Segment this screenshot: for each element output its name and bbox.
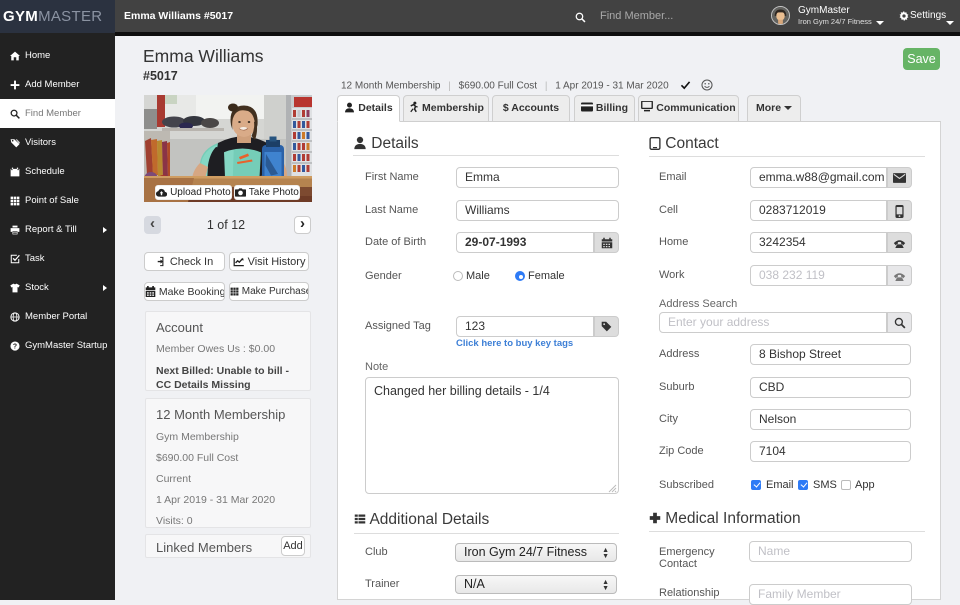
svg-text:?: ? — [13, 343, 17, 350]
